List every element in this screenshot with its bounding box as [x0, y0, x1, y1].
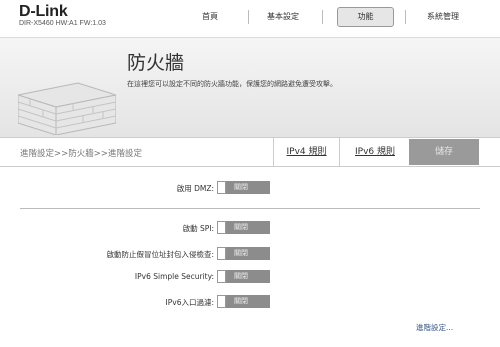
nav-system-management[interactable]: 系統管理 [418, 8, 468, 26]
toggle-state: 關閉 [226, 247, 270, 260]
section-divider [20, 208, 480, 209]
ipv6-simple-security-toggle[interactable]: 關閉 [217, 270, 270, 283]
toggle-state: 關閉 [226, 295, 270, 308]
tab-ipv6-rules[interactable]: IPv6 規則 [339, 138, 410, 166]
antispoof-toggle[interactable]: 關閉 [217, 247, 270, 260]
ipv6-ingress-filter-toggle[interactable]: 關閉 [217, 295, 270, 308]
nav-separator [405, 10, 406, 24]
toggle-knob [217, 270, 226, 283]
tab-row: 進階設定>>防火牆>>進階設定 IPv4 規則 IPv6 規則 儲存 [0, 137, 500, 167]
save-button[interactable]: 儲存 [409, 139, 479, 165]
dmz-label: 啟用 DMZ: [176, 184, 214, 193]
toggle-state: 關閉 [226, 270, 270, 283]
spi-toggle[interactable]: 關閉 [217, 221, 270, 234]
nav-separator [322, 10, 323, 24]
page-title: 防火牆 [127, 52, 185, 74]
firewall-wall-icon [18, 82, 116, 135]
top-bar: D-Link DIR-X5460 HW:A1 FW:1.03 首頁 基本設定 功… [0, 0, 500, 37]
tab-ipv4-rules[interactable]: IPv4 規則 [273, 138, 339, 166]
spi-label: 啟動 SPI: [182, 224, 214, 233]
toggle-knob [217, 247, 226, 260]
toggle-state: 關閉 [226, 221, 270, 234]
toggle-knob [217, 295, 226, 308]
advanced-settings-link[interactable]: 進階設定... [416, 322, 453, 333]
dlink-logo: D-Link [19, 3, 68, 20]
model-info: DIR-X5460 HW:A1 FW:1.03 [19, 20, 106, 27]
page-description: 在這裡您可以設定不同的防火牆功能，保護您的網路避免遭受攻擊。 [127, 80, 337, 88]
toggle-state: 關閉 [226, 181, 270, 194]
nav-home[interactable]: 首頁 [185, 8, 235, 26]
nav-separator [248, 10, 249, 24]
ipv6-simple-security-label: IPv6 Simple Security: [134, 272, 214, 281]
breadcrumb: 進階設定>>防火牆>>進階設定 [20, 149, 142, 159]
nav-features[interactable]: 功能 [337, 7, 394, 27]
toggle-knob [217, 181, 226, 194]
nav-basic-settings[interactable]: 基本設定 [258, 8, 308, 26]
page-banner: 防火牆 在這裡您可以設定不同的防火牆功能，保護您的網路避免遭受攻擊。 [0, 37, 500, 138]
dmz-toggle[interactable]: 關閉 [217, 181, 270, 194]
antispoof-label: 啟動防止假冒位址封包入侵檢查: [106, 250, 214, 259]
ipv6-ingress-filter-label: IPv6入口過濾: [165, 298, 214, 307]
toggle-knob [217, 221, 226, 234]
